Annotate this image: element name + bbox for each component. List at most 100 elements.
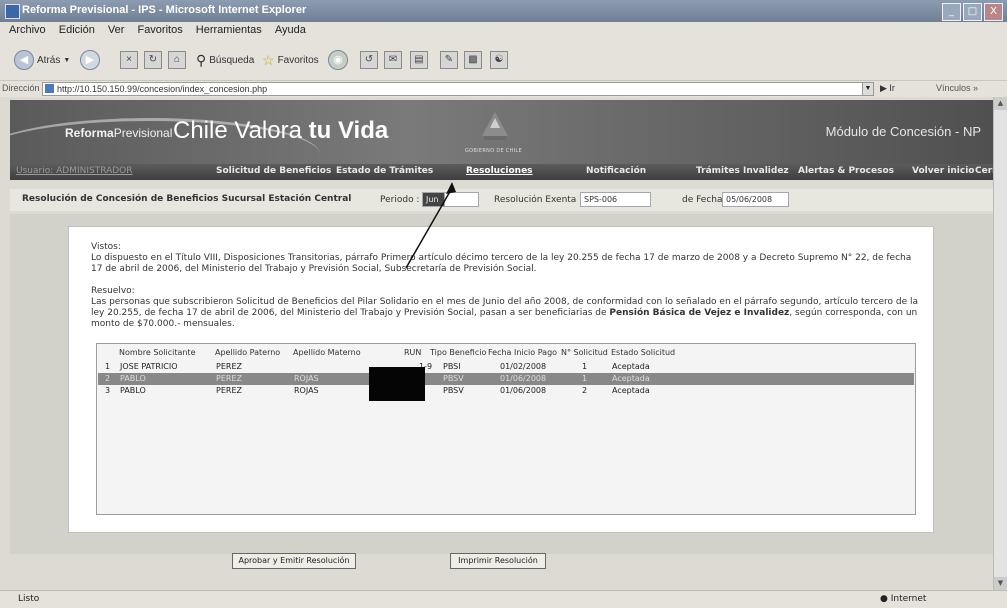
page-icon bbox=[45, 84, 54, 93]
menu-herramientas[interactable]: Herramientas bbox=[191, 22, 267, 38]
go-button[interactable]: ▶ Ir bbox=[880, 83, 895, 94]
brand-reforma-previsional: ReformaPrevisional bbox=[65, 126, 172, 140]
table-row[interactable]: 1 JOSE PATRICIO PEREZ 1-9 PBSI 01/02/200… bbox=[98, 361, 914, 373]
menu-ayuda[interactable]: Ayuda bbox=[270, 22, 311, 38]
cell-materno: ROJAS bbox=[294, 386, 319, 395]
go-label: Ir bbox=[889, 83, 895, 93]
mail-icon: ✉ bbox=[384, 51, 402, 69]
address-input[interactable]: http://10.150.150.99/concesion/index_con… bbox=[42, 82, 868, 96]
user-label: Usuario: ADMINISTRADOR bbox=[16, 166, 133, 176]
row-number: 2 bbox=[105, 374, 111, 383]
date-field[interactable]: 05/06/2008 bbox=[722, 192, 789, 207]
cell-paterno: PEREZ bbox=[216, 374, 242, 383]
row-number: 1 bbox=[105, 362, 111, 371]
cell-nombre: PABLO bbox=[120, 386, 146, 395]
nav-solicitud-beneficios[interactable]: Solicitud de Beneficios bbox=[216, 166, 331, 176]
resuelvo-text-bold: Pensión Básica de Vejez e Invalidez bbox=[609, 308, 790, 318]
vistos-text: Lo dispuesto en el Título VIII, Disposic… bbox=[91, 253, 912, 274]
status-text: Listo bbox=[18, 594, 40, 604]
forward-arrow-icon: ▶ bbox=[80, 50, 100, 70]
back-arrow-icon: ◀ bbox=[14, 50, 34, 70]
cell-materno: ROJAS bbox=[294, 374, 319, 383]
menu-ver[interactable]: Ver bbox=[103, 22, 130, 38]
menu-bar: Archivo Edición Ver Favoritos Herramient… bbox=[0, 22, 1007, 40]
discuss-button[interactable]: ▩ bbox=[464, 49, 482, 71]
search-button[interactable]: ⚲ Búsqueda bbox=[196, 49, 254, 71]
cell-nombre: PABLO bbox=[120, 374, 146, 383]
address-dropdown[interactable]: ▼ bbox=[862, 82, 874, 96]
tagline-bold: tu Vida bbox=[308, 117, 389, 144]
menu-edicion[interactable]: Edición bbox=[54, 22, 100, 38]
col-tipo: Tipo Beneficio bbox=[430, 348, 487, 357]
browser-toolbar: ◀ Atrás ▼ ▶ × ↻ ⌂ ⚲ Búsqueda ☆ Favoritos… bbox=[0, 40, 1007, 81]
resuelvo-text: Las personas que subscribieron Solicitud… bbox=[91, 297, 921, 330]
messenger-button[interactable]: ☯ bbox=[490, 49, 508, 71]
stop-button[interactable]: × bbox=[120, 49, 138, 71]
table-row-selected[interactable]: 2 PABLO PEREZ ROJAS PBSV 01/06/2008 1 Ac… bbox=[98, 373, 914, 385]
links-label: Vínculos bbox=[936, 83, 971, 93]
media-button[interactable]: ◉ bbox=[328, 49, 348, 71]
exenta-field[interactable]: SPS-006 bbox=[580, 192, 651, 207]
menu-archivo[interactable]: Archivo bbox=[4, 22, 51, 38]
minimize-button[interactable]: _ bbox=[942, 3, 961, 21]
media-icon: ◉ bbox=[328, 50, 348, 70]
nav-alertas-procesos[interactable]: Alertas & Procesos bbox=[798, 166, 894, 176]
cell-paterno: PEREZ bbox=[216, 386, 242, 395]
window-controls: _ □ X bbox=[942, 3, 1003, 21]
messenger-icon: ☯ bbox=[490, 51, 508, 69]
search-label: Búsqueda bbox=[209, 54, 255, 66]
favorites-button[interactable]: ☆ Favoritos bbox=[262, 49, 319, 71]
resolution-header: Resolución de Concesión de Beneficios Su… bbox=[10, 189, 1007, 211]
close-button[interactable]: X bbox=[984, 3, 1003, 21]
cell-solicitud: 2 bbox=[582, 386, 588, 395]
zone-indicator: ● Internet bbox=[880, 594, 927, 604]
maximize-button[interactable]: □ bbox=[963, 3, 982, 21]
cell-fecha: 01/06/2008 bbox=[500, 386, 547, 395]
search-icon: ⚲ bbox=[196, 51, 207, 68]
gov-label: GOBIERNO DE CHILE bbox=[465, 148, 522, 154]
refresh-button[interactable]: ↻ bbox=[144, 49, 162, 71]
star-icon: ☆ bbox=[262, 51, 275, 68]
home-icon: ⌂ bbox=[168, 51, 186, 69]
brand-bold: Reforma bbox=[65, 126, 114, 140]
scroll-up-icon[interactable]: ▲ bbox=[994, 97, 1007, 110]
scroll-down-icon[interactable]: ▼ bbox=[994, 577, 1007, 590]
resolution-panel: Vistos: Lo dispuesto en el Título VIII, … bbox=[68, 226, 934, 533]
period-extra-field[interactable] bbox=[444, 192, 479, 207]
cell-tipo: PBSV bbox=[443, 374, 464, 383]
nav-estado-tramites[interactable]: Estado de Trámites bbox=[336, 166, 433, 176]
favorites-label: Favoritos bbox=[277, 54, 319, 66]
main-nav: Usuario: ADMINISTRADOR Solicitud de Bene… bbox=[10, 164, 1007, 180]
print-resolution-button[interactable]: Imprimir Resolución bbox=[450, 553, 546, 569]
history-button[interactable]: ↺ bbox=[360, 49, 378, 71]
printer-icon: ▤ bbox=[410, 51, 428, 69]
title-bar: Reforma Previsional - IPS - Microsoft In… bbox=[0, 0, 1007, 22]
nav-volver-inicio[interactable]: Volver inicio bbox=[912, 166, 974, 176]
table-row[interactable]: 3 PABLO PEREZ ROJAS PBSV 01/06/2008 2 Ac… bbox=[98, 385, 914, 397]
nav-tramites-invalidez[interactable]: Trámites Invalidez bbox=[696, 166, 789, 176]
cell-estado: Aceptada bbox=[612, 386, 650, 395]
col-solicitud: N° Solicitud bbox=[561, 348, 608, 357]
nav-resoluciones[interactable]: Resoluciones bbox=[466, 166, 533, 176]
page-scrollbar[interactable]: ▲ ▼ bbox=[993, 97, 1007, 590]
cell-fecha: 01/02/2008 bbox=[500, 362, 547, 371]
col-estado: Estado Solicitud bbox=[611, 348, 676, 357]
status-bar: Listo ● Internet bbox=[0, 590, 1007, 608]
nav-notificacion[interactable]: Notificación bbox=[586, 166, 646, 176]
col-run: RUN bbox=[404, 348, 422, 357]
forward-button[interactable]: ▶ bbox=[80, 49, 100, 71]
home-button[interactable]: ⌂ bbox=[168, 49, 186, 71]
row-number: 3 bbox=[105, 386, 111, 395]
menu-favoritos[interactable]: Favoritos bbox=[132, 22, 187, 38]
vistos-heading: Vistos: bbox=[91, 242, 121, 252]
links-button[interactable]: Vínculos » bbox=[936, 83, 978, 93]
mail-button[interactable]: ✉ bbox=[384, 49, 402, 71]
back-button[interactable]: ◀ Atrás ▼ bbox=[14, 49, 70, 71]
approve-button[interactable]: Aprobar y Emitir Resolución bbox=[232, 553, 356, 569]
cell-tipo: PBSV bbox=[443, 386, 464, 395]
brand-rest: Previsional bbox=[113, 126, 173, 140]
resuelvo-heading: Resuelvo: bbox=[91, 286, 135, 296]
edit-button[interactable]: ✎ bbox=[440, 49, 458, 71]
module-title: Módulo de Concesión - NP bbox=[825, 124, 981, 139]
print-button[interactable]: ▤ bbox=[410, 49, 428, 71]
